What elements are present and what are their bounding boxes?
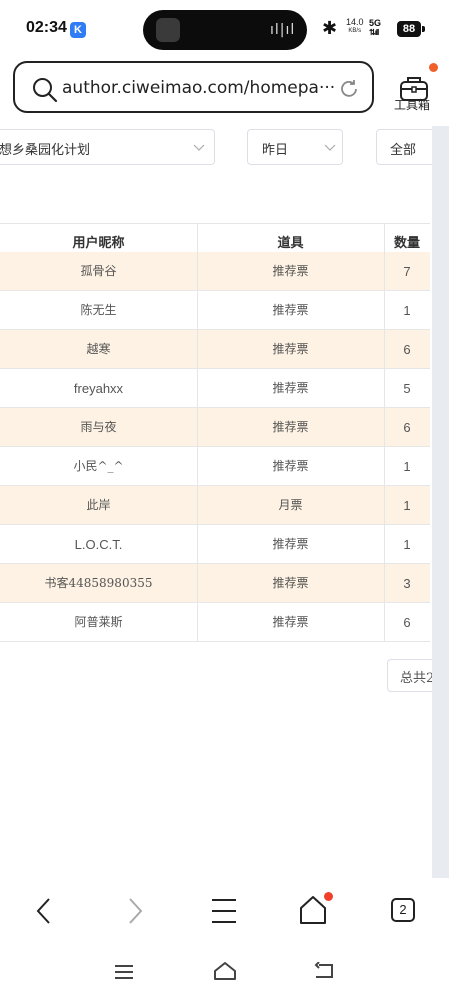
cell-user: L.O.C.T. xyxy=(0,525,198,564)
table-row: 陈无生 推荐票 1 xyxy=(0,291,430,330)
cell-item: 推荐票 xyxy=(197,369,385,408)
scope-select-value: 全部 xyxy=(390,143,417,158)
cell-qty: 7 xyxy=(403,264,411,279)
cell-qty: 6 xyxy=(403,420,411,435)
table-row: 此岸 月票 1 xyxy=(0,486,430,525)
book-select-value: 想乡桑园化计划 xyxy=(0,143,91,158)
network-speed-value: 14.0 xyxy=(346,17,364,27)
back-icon[interactable] xyxy=(34,896,56,926)
cell-qty: 5 xyxy=(403,381,411,396)
cell-user: 陈无生 xyxy=(0,291,198,330)
cell-user: 阿普莱斯 xyxy=(0,603,198,642)
table-row: 越寒 推荐票 6 xyxy=(0,330,430,369)
cell-qty: 6 xyxy=(403,615,411,630)
chevron-down-icon xyxy=(324,144,336,151)
table-row: freyahxx 推荐票 5 xyxy=(0,369,430,408)
cell-item: 推荐票 xyxy=(197,525,385,564)
signal-icon: 5G ⇅ıll xyxy=(369,18,381,38)
cell-item: 推荐票 xyxy=(197,447,385,486)
home-icon[interactable] xyxy=(298,894,328,926)
table-row: 阿普莱斯 推荐票 6 xyxy=(0,603,430,642)
system-back-icon[interactable] xyxy=(313,962,335,980)
cell-qty: 1 xyxy=(403,303,411,318)
table-row: 书客44858980355 推荐票 3 xyxy=(0,564,430,603)
table-row: 孤骨谷 推荐票 7 xyxy=(0,252,430,291)
pagination-total-text: 总共2 xyxy=(400,671,435,686)
network-type: 5G xyxy=(369,18,382,28)
audio-wave-icon: ıl|ıl xyxy=(270,22,296,38)
cell-user: 孤骨谷 xyxy=(0,252,198,291)
system-menu-icon[interactable] xyxy=(114,963,134,981)
cell-qty: 3 xyxy=(403,576,411,591)
scrollbar-track-segment xyxy=(432,655,449,695)
cell-item: 推荐票 xyxy=(197,408,385,447)
chevron-down-icon xyxy=(193,144,205,151)
cell-qty: 1 xyxy=(403,537,411,552)
cell-user: freyahxx xyxy=(0,369,198,408)
network-speed: 14.0 KB/s xyxy=(346,18,364,36)
cell-item: 推荐票 xyxy=(197,252,385,291)
search-icon xyxy=(33,78,58,103)
media-thumbnail-icon xyxy=(156,18,180,42)
scrollbar-track[interactable] xyxy=(432,126,449,878)
cell-user: 越寒 xyxy=(0,330,198,369)
cell-item: 推荐票 xyxy=(197,291,385,330)
date-select-value: 昨日 xyxy=(262,143,289,158)
cell-user: 小民^_^ xyxy=(0,447,198,486)
url-text[interactable]: author.ciweimao.com/homepa··· xyxy=(62,78,335,98)
cell-item: 推荐票 xyxy=(197,603,385,642)
app-notification-icon: K xyxy=(70,22,86,38)
cell-user: 雨与夜 xyxy=(0,408,198,447)
cell-user: 书客44858980355 xyxy=(0,564,198,603)
date-select[interactable]: 昨日 xyxy=(247,129,343,165)
cell-qty: 1 xyxy=(403,459,411,474)
book-select[interactable]: 想乡桑园化计划 xyxy=(0,129,215,165)
table-row: 雨与夜 推荐票 6 xyxy=(0,408,430,447)
cell-item: 月票 xyxy=(197,486,385,525)
battery-icon: 88 xyxy=(397,21,421,37)
cell-item: 推荐票 xyxy=(197,564,385,603)
toolbox-notification-dot xyxy=(429,63,438,72)
scope-select[interactable]: 全部 xyxy=(376,129,436,165)
toolbox-label[interactable]: 工具箱 xyxy=(394,96,430,113)
cell-qty: 6 xyxy=(403,342,411,357)
system-home-icon[interactable] xyxy=(213,961,237,981)
table-row: 小民^_^ 推荐票 1 xyxy=(0,447,430,486)
menu-icon[interactable] xyxy=(210,896,238,926)
network-speed-unit: KB/s xyxy=(348,28,362,34)
tabs-count-button[interactable]: 2 xyxy=(391,898,415,922)
status-time: 02:34 xyxy=(26,19,67,36)
home-notification-dot xyxy=(324,892,333,901)
cell-user: 此岸 xyxy=(0,486,198,525)
table-row: L.O.C.T. 推荐票 1 xyxy=(0,525,430,564)
signal-bars-icon: ⇅ıll xyxy=(369,28,379,37)
cell-item: 推荐票 xyxy=(197,330,385,369)
bluetooth-icon: ✱ xyxy=(322,18,338,39)
forward-icon[interactable] xyxy=(124,896,146,926)
reload-icon[interactable] xyxy=(338,78,360,100)
battery-tip xyxy=(422,26,425,32)
cell-qty: 1 xyxy=(403,498,411,513)
